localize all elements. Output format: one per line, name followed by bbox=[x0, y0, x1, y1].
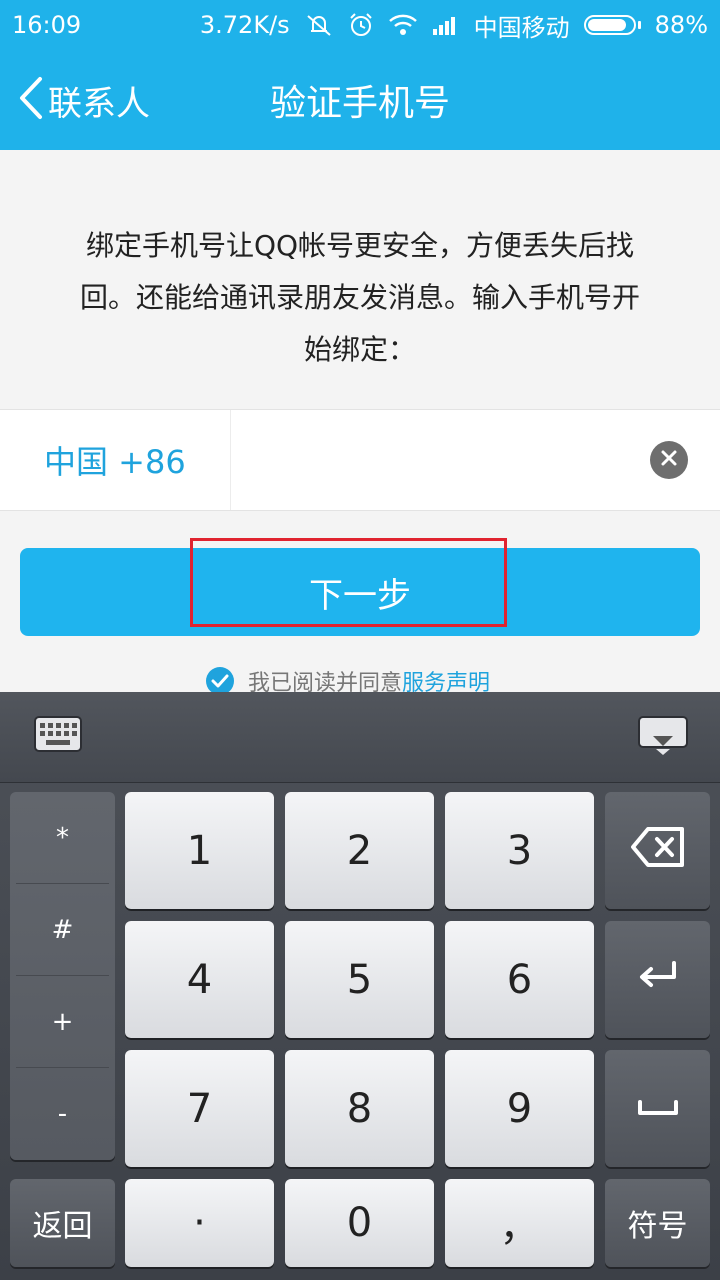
close-icon bbox=[660, 449, 678, 471]
space-key[interactable] bbox=[605, 1050, 710, 1167]
symbol-key-hash[interactable]: # bbox=[10, 884, 115, 975]
agreement-checkbox[interactable] bbox=[206, 667, 234, 695]
symbol-key-minus[interactable]: - bbox=[10, 1068, 115, 1159]
symbol-column: * # + - bbox=[10, 792, 115, 1160]
dot-key[interactable]: · bbox=[125, 1179, 274, 1267]
backspace-key[interactable] bbox=[605, 792, 710, 909]
description-text: 绑定手机号让QQ帐号更安全，方便丢失后找 回。还能给通讯录朋友发消息。输入手机号… bbox=[60, 220, 660, 376]
backspace-icon bbox=[630, 827, 686, 874]
description-line: 回。还能给通讯录朋友发消息。输入手机号开 bbox=[79, 281, 640, 314]
phone-input[interactable] bbox=[240, 430, 634, 492]
next-button[interactable]: 下一步 bbox=[20, 548, 700, 636]
status-bar: 16:09 3.72K/s 中国移动 88% bbox=[0, 0, 720, 50]
space-icon bbox=[636, 1092, 680, 1125]
symbol-key-plus[interactable]: + bbox=[10, 976, 115, 1067]
digit-key-9[interactable]: 9 bbox=[445, 1050, 594, 1167]
battery-percent: 88% bbox=[654, 11, 708, 39]
network-speed: 3.72K/s bbox=[199, 11, 290, 39]
keyboard-hide-icon[interactable] bbox=[638, 716, 688, 760]
app-screen: 16:09 3.72K/s 中国移动 88% 联系人 验证手机号 绑定手机号让Q… bbox=[0, 0, 720, 1280]
enter-icon bbox=[636, 959, 680, 1000]
chevron-left-icon bbox=[16, 75, 46, 125]
mute-icon bbox=[304, 12, 334, 38]
phone-divider bbox=[230, 410, 231, 510]
nav-bar: 联系人 验证手机号 bbox=[0, 50, 720, 150]
description-line: 绑定手机号让QQ帐号更安全，方便丢失后找 bbox=[85, 229, 635, 262]
keyboard-switch-icon[interactable] bbox=[34, 716, 82, 756]
back-label: 联系人 bbox=[48, 83, 150, 124]
battery-icon bbox=[583, 15, 641, 35]
digit-key-5[interactable]: 5 bbox=[285, 921, 434, 1038]
description-line: 始绑定： bbox=[303, 333, 416, 366]
symbol-key-asterisk[interactable]: * bbox=[10, 792, 115, 883]
back-button[interactable]: 联系人 bbox=[16, 50, 150, 150]
comma-key[interactable]: ， bbox=[445, 1179, 594, 1267]
main-content: 绑定手机号让QQ帐号更安全，方便丢失后找 回。还能给通讯录朋友发消息。输入手机号… bbox=[0, 150, 720, 696]
symbol-switch-key[interactable]: 符号 bbox=[605, 1179, 710, 1267]
enter-key[interactable] bbox=[605, 921, 710, 1038]
digit-key-7[interactable]: 7 bbox=[125, 1050, 274, 1167]
digit-key-6[interactable]: 6 bbox=[445, 921, 594, 1038]
return-key[interactable]: 返回 bbox=[10, 1179, 115, 1267]
phone-row: 中国 +86 bbox=[0, 409, 720, 511]
digit-key-8[interactable]: 8 bbox=[285, 1050, 434, 1167]
check-icon bbox=[211, 669, 229, 694]
keyboard-toolbar bbox=[0, 692, 720, 783]
digit-key-3[interactable]: 3 bbox=[445, 792, 594, 909]
status-time: 16:09 bbox=[12, 11, 82, 39]
alarm-icon bbox=[348, 12, 374, 38]
carrier-name: 中国移动 bbox=[473, 13, 570, 42]
digit-key-2[interactable]: 2 bbox=[285, 792, 434, 909]
digit-key-4[interactable]: 4 bbox=[125, 921, 274, 1038]
numeric-keyboard: * # + - 1 2 3 4 5 6 7 8 9 返回 · 0 ， 符号 bbox=[0, 692, 720, 1280]
signal-icon bbox=[432, 14, 460, 36]
wifi-icon bbox=[388, 13, 418, 37]
clear-button[interactable] bbox=[650, 441, 688, 479]
digit-key-1[interactable]: 1 bbox=[125, 792, 274, 909]
country-code-selector[interactable]: 中国 +86 bbox=[44, 410, 186, 510]
zero-key[interactable]: 0 bbox=[285, 1179, 434, 1267]
